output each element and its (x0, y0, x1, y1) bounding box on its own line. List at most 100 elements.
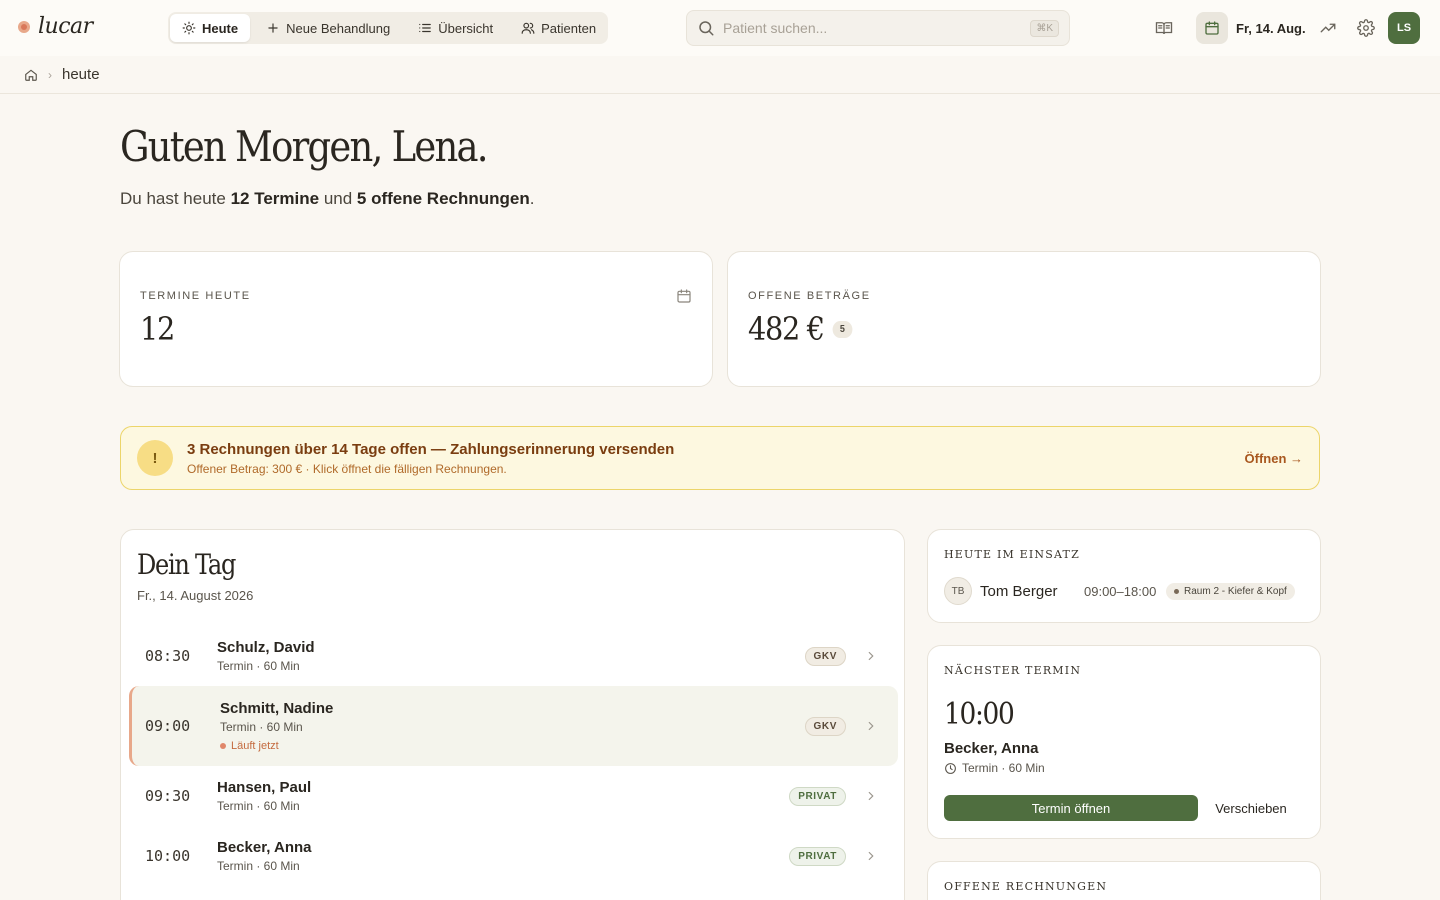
summary-suffix: . (529, 189, 535, 208)
search-input[interactable] (723, 20, 1031, 36)
chevron-right-icon (868, 651, 874, 661)
staff-card-label: HEUTE IM EINSATZ (944, 548, 1080, 561)
stat-appointments-value: 12 (140, 310, 637, 348)
book-icon (1155, 22, 1173, 35)
user-avatar[interactable]: LS (1388, 12, 1420, 44)
appointment-row-current[interactable]: 09:00 Schmitt, Nadine Termin · 60 Min Lä… (129, 686, 898, 766)
next-appointment-time: 10:00 (944, 697, 1015, 732)
chevron-right-icon (868, 851, 874, 861)
home-icon[interactable] (24, 68, 38, 82)
stat-appointments-number: 12 (140, 310, 175, 348)
live-status: Läuft jetzt (220, 740, 805, 752)
calendar-icon (677, 289, 691, 303)
alert-subtitle: Offener Betrag: 300 € · Klick öffnet die… (187, 461, 507, 476)
open-invoices-card: OFFENE RECHNUNGEN (927, 861, 1321, 900)
next-card-label: NÄCHSTER TERMIN (944, 664, 1082, 677)
insurance-tag: PRIVAT (789, 786, 846, 806)
current-date: Fr, 14. Aug. (1236, 20, 1306, 36)
top-bar: lucar Heute Neue Behandlung Übersicht Pa… (0, 0, 1440, 56)
alert-open-link[interactable]: Öffnen → (1245, 451, 1304, 466)
nav-uebersicht-label: Übersicht (438, 20, 494, 36)
next-appointment-meta: Termin · 60 Min (944, 761, 1304, 775)
day-schedule-panel: Dein Tag Fr., 14. August 2026 08:30 Schu… (120, 529, 905, 900)
clock-icon (945, 762, 956, 774)
sun-icon (182, 21, 196, 35)
nav-neue-behandlung[interactable]: Neue Behandlung (254, 14, 402, 42)
patient-name: Becker, Anna (217, 839, 312, 856)
nav-patienten[interactable]: Patienten (509, 14, 608, 42)
settings-button[interactable] (1350, 12, 1382, 44)
page-title: Guten Morgen, Lena. (120, 122, 489, 171)
analytics-button[interactable] (1312, 12, 1344, 44)
appointment-info: Becker, Anna Termin · 60 Min (217, 839, 789, 873)
day-date: Fr., 14. August 2026 (137, 588, 254, 603)
staff-avatar: TB (944, 577, 972, 605)
trending-up-icon (1320, 23, 1336, 33)
summary-appointments: 12 Termine (230, 189, 320, 208)
patient-search[interactable]: ⌘K (686, 10, 1070, 46)
appointment-time: 08:30 (145, 647, 191, 665)
gear-icon (1357, 19, 1375, 37)
payment-reminder-alert[interactable]: ! 3 Rechnungen über 14 Tage offen — Zahl… (120, 426, 1320, 490)
appointment-row[interactable]: 09:30 Hansen, Paul Termin · 60 Min PRIVA… (129, 766, 898, 826)
nav-uebersicht[interactable]: Übersicht (406, 14, 505, 42)
staff-name: Tom Berger (980, 582, 1058, 600)
appointment-meta: Termin · 60 Min (220, 720, 303, 734)
stat-appointments[interactable]: TERMINE HEUTE 12 (119, 251, 713, 387)
users-icon (521, 22, 535, 34)
nav-patienten-label: Patienten (541, 20, 597, 36)
summary-middle: und (319, 189, 357, 208)
insurance-tag: GKV (804, 646, 846, 666)
search-shortcut: ⌘K (1030, 19, 1059, 37)
stat-appointments-label: TERMINE HEUTE (140, 290, 251, 302)
plus-icon (268, 23, 278, 33)
open-appointment-button[interactable]: Termin öffnen (944, 795, 1198, 821)
staff-hours: 09:00–18:00 (1084, 583, 1157, 599)
patient-name: Hansen, Paul (217, 779, 312, 796)
appointment-meta: Termin · 60 Min (217, 859, 300, 873)
room-badge: Raum 2 - Kiefer & Kopf (1166, 582, 1295, 600)
stat-open-amounts-label: OFFENE BETRÄGE (748, 290, 871, 302)
date-picker[interactable]: Fr, 14. Aug. (1196, 12, 1306, 44)
stat-open-amounts-value: 482 € 5 (748, 310, 1245, 348)
next-actions: Termin öffnen Verschieben (944, 795, 1304, 821)
nav-heute-label: Heute (202, 20, 239, 36)
next-appointment-meta-text: Termin · 60 Min (962, 761, 1045, 775)
stat-open-amounts[interactable]: OFFENE BETRÄGE 482 € 5 (727, 251, 1321, 387)
warning-icon: ! (137, 440, 173, 476)
nav-heute[interactable]: Heute (170, 14, 251, 42)
stat-open-amounts-number: 482 € (748, 310, 825, 348)
calendar-button[interactable] (1196, 12, 1228, 44)
chevron-right-icon: › (48, 67, 52, 82)
summary-prefix: Du hast heute (120, 189, 231, 208)
appointment-row[interactable]: 08:30 Schulz, David Termin · 60 Min GKV (129, 626, 898, 686)
docs-button[interactable] (1148, 12, 1180, 44)
appointment-meta: Termin · 60 Min (217, 799, 300, 813)
next-patient-name: Becker, Anna (944, 740, 1039, 757)
summary-invoices: 5 offene Rechnungen (356, 189, 530, 208)
logo[interactable]: lucar (18, 14, 93, 39)
chevron-right-icon (868, 721, 874, 731)
count-badge: 5 (832, 320, 853, 338)
next-appointment-card: NÄCHSTER TERMIN 10:00 Becker, Anna Termi… (927, 645, 1321, 839)
appointment-time: 09:30 (145, 787, 191, 805)
day-title: Dein Tag (137, 548, 236, 581)
search-icon (699, 21, 714, 36)
main-nav: Heute Neue Behandlung Übersicht Patiente… (168, 12, 608, 44)
reschedule-button[interactable]: Verschieben (1198, 801, 1304, 816)
appointment-info: Schulz, David Termin · 60 Min (217, 639, 805, 673)
calendar-icon (1205, 21, 1219, 35)
logo-mark-icon (18, 20, 30, 33)
breadcrumb: › heute (0, 56, 1440, 94)
staff-row[interactable]: TB Tom Berger 09:00–18:00 Raum 2 - Kiefe… (944, 577, 1304, 605)
nav-neue-behandlung-label: Neue Behandlung (286, 20, 391, 36)
insurance-tag: GKV (804, 716, 846, 736)
patient-name: Schulz, David (217, 639, 315, 656)
chevron-right-icon (868, 791, 874, 801)
appointment-row[interactable]: 10:00 Becker, Anna Termin · 60 Min PRIVA… (129, 826, 898, 886)
alert-body: 3 Rechnungen über 14 Tage offen — Zahlun… (187, 441, 1245, 476)
patient-name: Schmitt, Nadine (220, 700, 334, 717)
breadcrumb-current: heute (62, 66, 100, 83)
appointment-time: 10:00 (145, 847, 191, 865)
invoices-card-label: OFFENE RECHNUNGEN (944, 880, 1108, 893)
